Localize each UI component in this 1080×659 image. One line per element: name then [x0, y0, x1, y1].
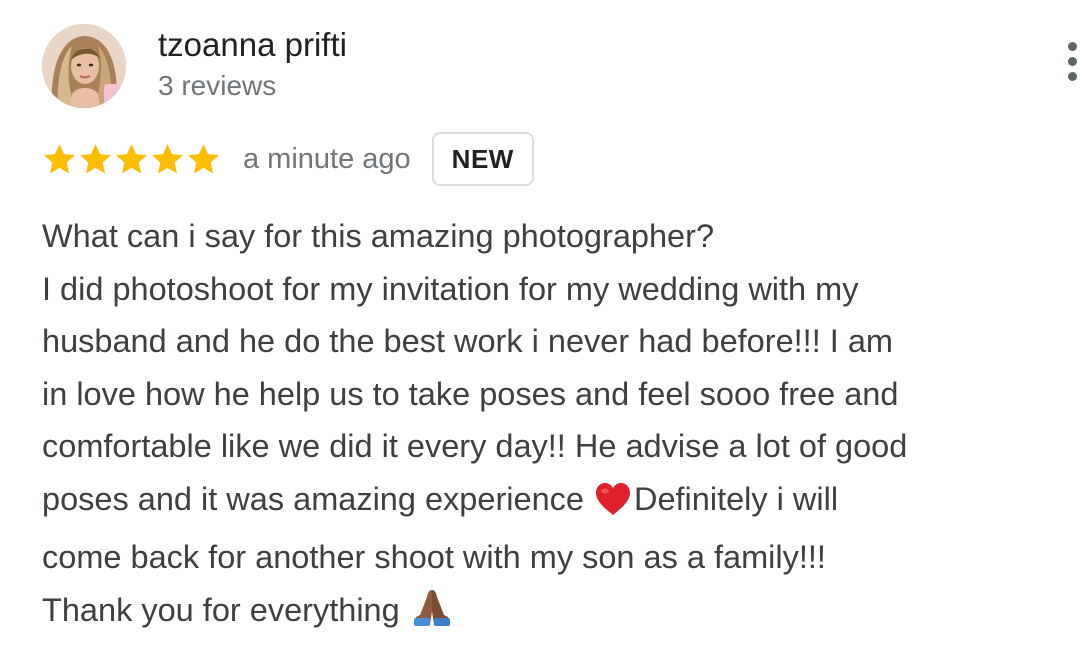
review-line-segment: Thank you for everything	[42, 591, 400, 628]
folded-hands-emoji-icon	[410, 587, 454, 643]
star-icon	[80, 143, 111, 173]
review-text: What can i say for this amazing photogra…	[42, 210, 1052, 642]
star-icon	[188, 143, 219, 173]
review-time: a minute ago	[243, 142, 411, 175]
review-line: What can i say for this amazing photogra…	[42, 218, 715, 254]
star-icon	[116, 143, 147, 173]
star-icon	[152, 143, 183, 173]
star-icon	[44, 143, 75, 173]
new-badge: NEW	[431, 132, 534, 186]
avatar-photo	[42, 24, 126, 108]
review-line: comfortable like we did it every day!! H…	[42, 428, 908, 464]
review-line-with-heart: poses and it was amazing experience Defin…	[42, 473, 1052, 532]
review-line: in love how he help us to take poses and…	[42, 375, 899, 412]
review-line: come back for another shoot with my son …	[42, 539, 826, 575]
star-rating	[42, 142, 222, 177]
review-line-segment: Definitely i will	[633, 480, 839, 517]
more-options-button[interactable]	[1058, 42, 1080, 88]
heart-emoji-icon	[594, 479, 632, 532]
reviewer-avatar[interactable]	[42, 24, 126, 108]
review-line: I did photoshoot for my invitation for m…	[42, 270, 859, 307]
review-line-segment: poses and it was amazing experience	[42, 480, 584, 517]
rating-row: a minute ago NEW	[42, 131, 534, 187]
review-line-with-hands: Thank you for everything	[42, 584, 1052, 643]
reviewer-name[interactable]: tzoanna prifti	[158, 26, 347, 64]
review-line: husband and he do the best work i never …	[42, 323, 893, 359]
review-count: 3 reviews	[158, 70, 277, 101]
